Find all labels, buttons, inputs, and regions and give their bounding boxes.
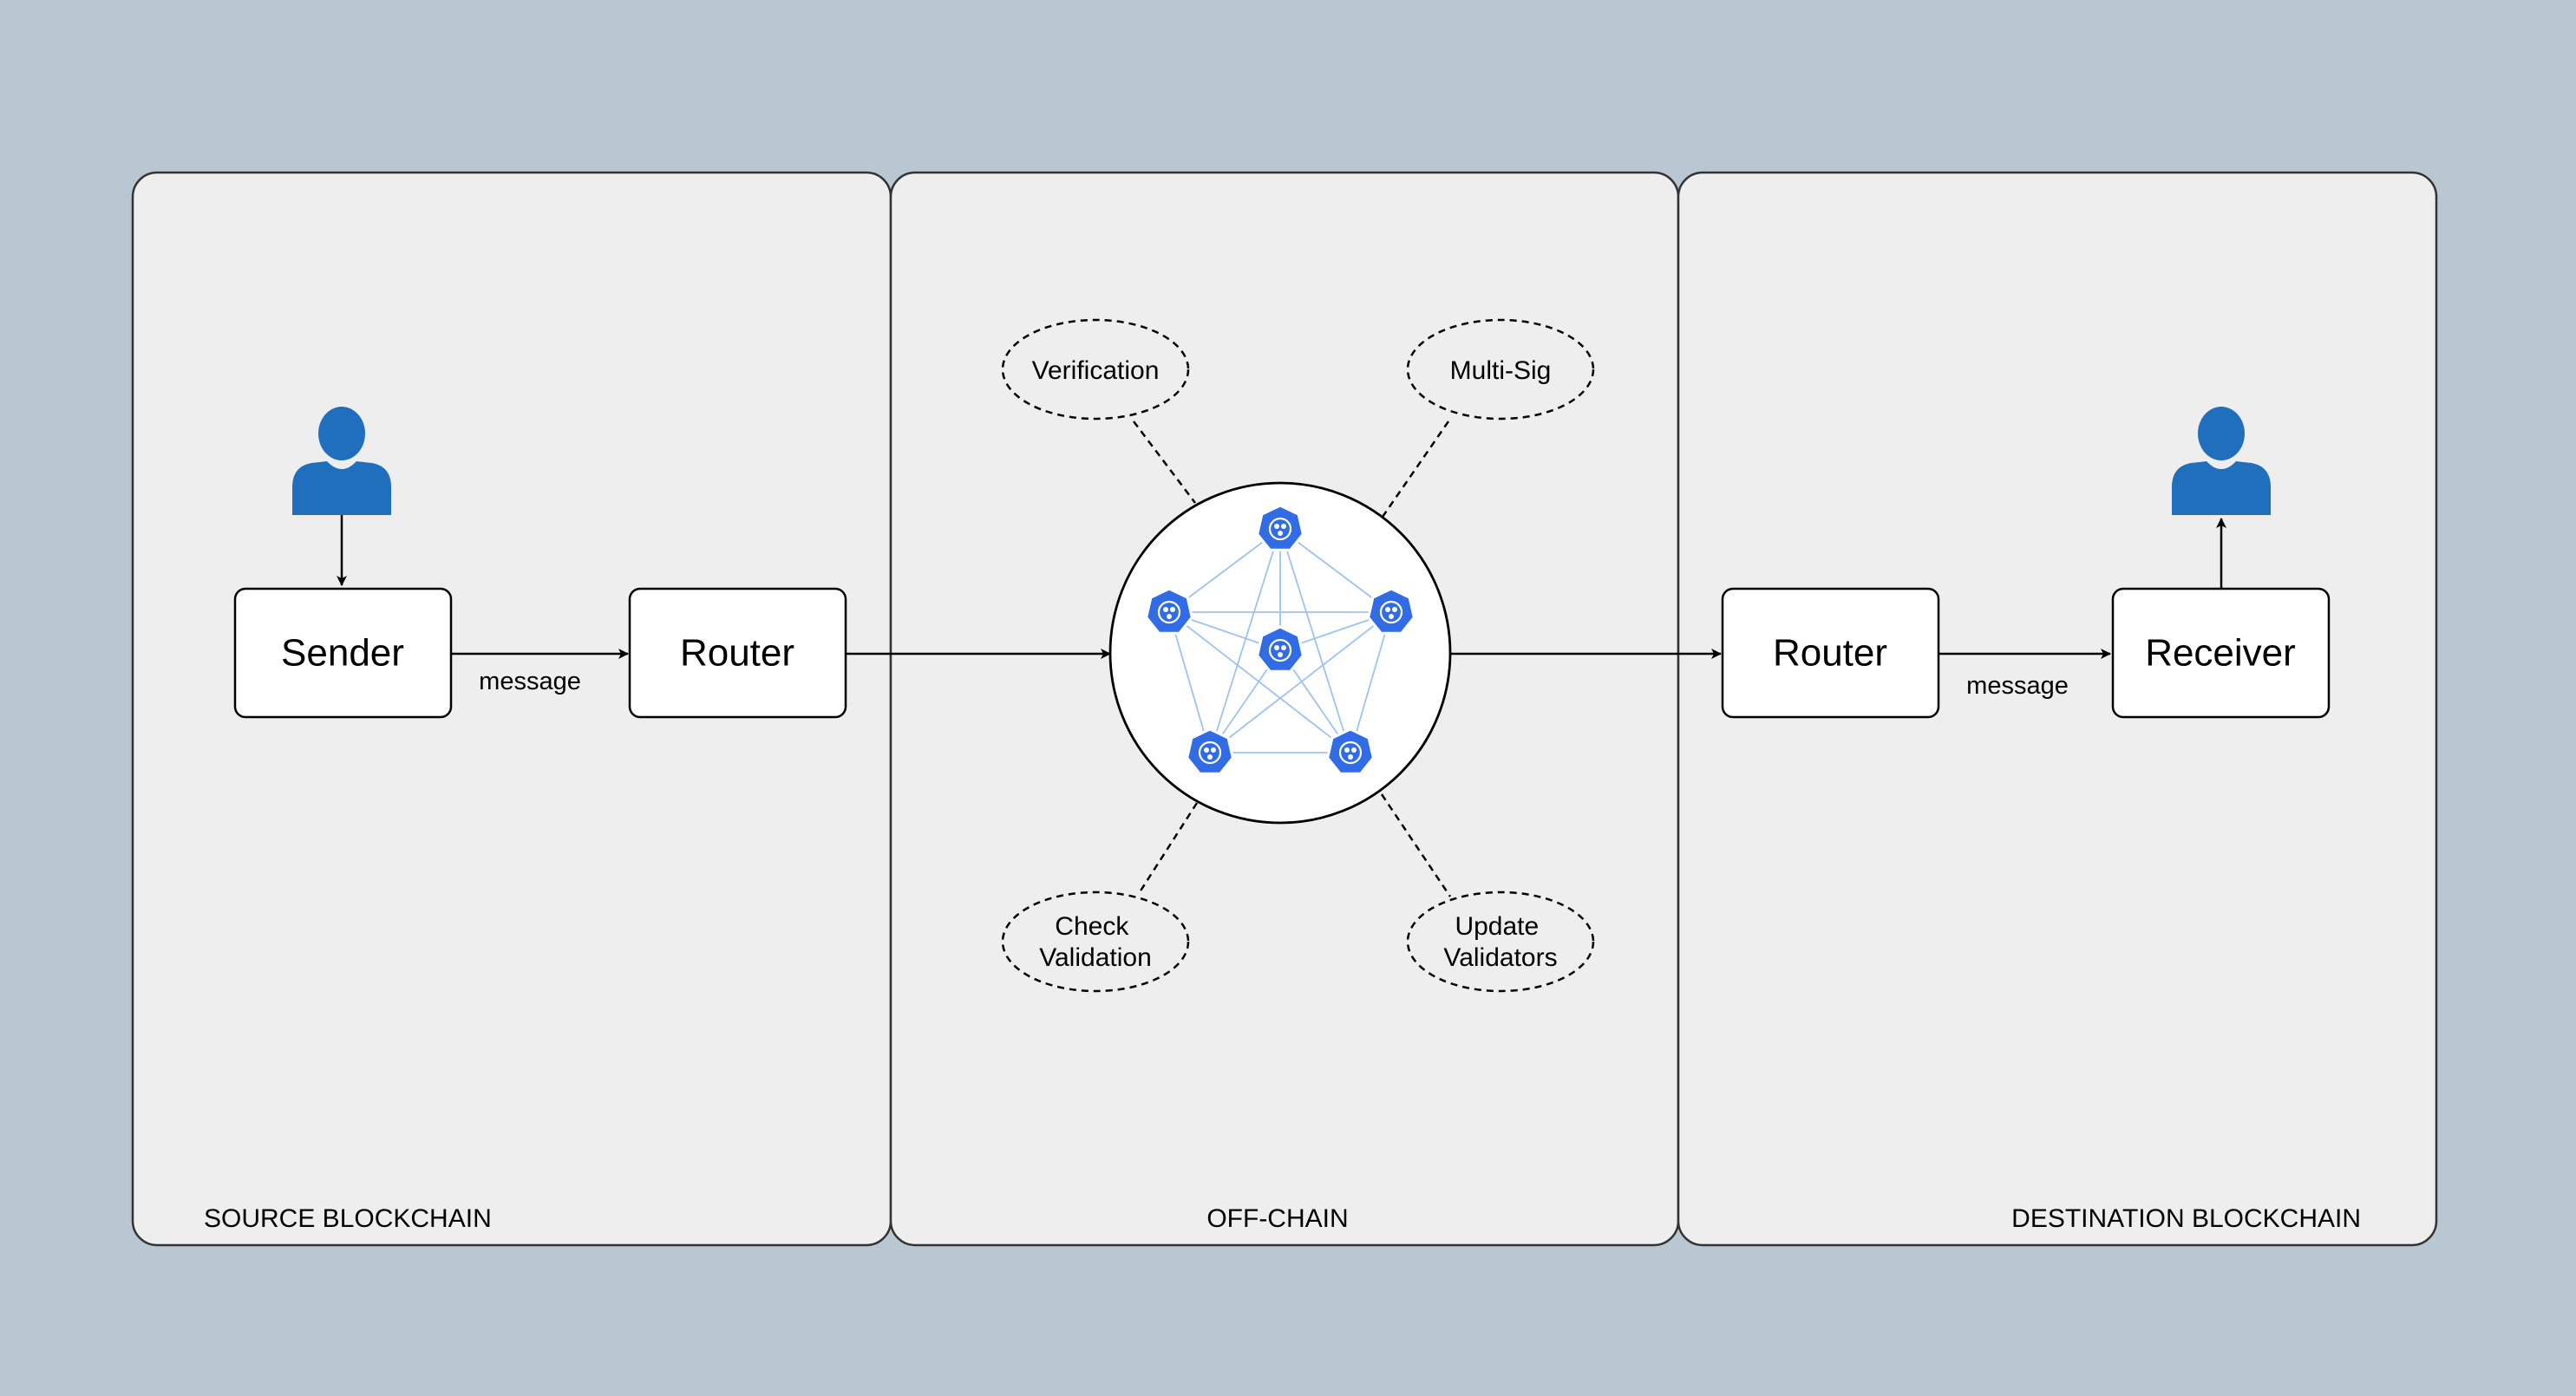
receiver-label: Receiver [2145, 632, 2296, 675]
multisig-label: Multi-Sig [1450, 356, 1552, 385]
kubernetes-node-icon [1145, 587, 1193, 635]
destination-router-box: Router [1721, 587, 1940, 719]
sender-box: Sender [233, 587, 453, 719]
kubernetes-node-icon [1256, 504, 1304, 551]
destination-zone-label: DESTINATION BLOCKCHAIN [2011, 1204, 2361, 1233]
source-zone-label: SOURCE BLOCKCHAIN [204, 1204, 492, 1233]
validator-network [1108, 481, 1452, 825]
source-router-box: Router [628, 587, 847, 719]
verification-label-line-1: Verification [1032, 356, 1160, 385]
multisig-label-line-1: Multi-Sig [1450, 356, 1552, 385]
cross-chain-diagram: SOURCE BLOCKCHAIN OFF-CHAIN DESTINATION … [131, 171, 2438, 1247]
kubernetes-node-icon [1256, 625, 1304, 673]
kubernetes-node-icon [1186, 727, 1234, 775]
source-router-label: Router [680, 632, 794, 675]
source-message-label: message [479, 668, 581, 695]
destination-router-label: Router [1773, 632, 1887, 675]
verification-label: Verification [1032, 356, 1160, 385]
multisig-ellipse: Multi-Sig [1406, 318, 1595, 421]
destination-message-label: message [1966, 672, 2069, 700]
check-validation-label-line-1: Check [1055, 912, 1129, 941]
receiver-box: Receiver [2111, 587, 2331, 719]
verification-ellipse: Verification [1001, 318, 1190, 421]
kubernetes-node-icon [1326, 727, 1375, 775]
kubernetes-node-icon [1367, 587, 1415, 635]
offchain-zone-label: OFF-CHAIN [1206, 1204, 1348, 1233]
update-validators-label-line-2: Validators [1443, 943, 1557, 972]
update-validators-label-line-1: Update [1455, 912, 1539, 941]
check-validation-label-line-2: Validation [1039, 943, 1152, 972]
update-validators-ellipse: Update Validators [1406, 890, 1595, 993]
check-validation-ellipse: Check Validation [1001, 890, 1190, 993]
sender-label: Sender [281, 632, 404, 675]
